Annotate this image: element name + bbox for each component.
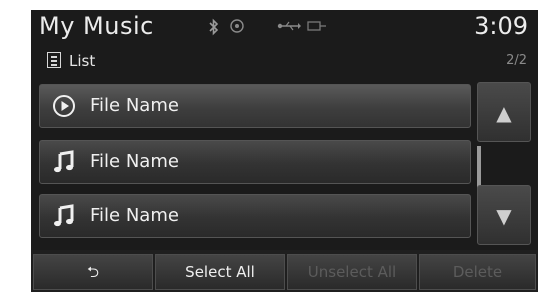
back-button[interactable]: ⮌	[33, 254, 153, 290]
list-item[interactable]: File Name	[39, 194, 471, 238]
scroll-down-button[interactable]: ▼	[477, 185, 531, 245]
bottom-toolbar: ⮌ Select All Unselect All Delete	[31, 250, 538, 292]
file-name: File Name	[90, 205, 179, 226]
scroll-up-button[interactable]: ▲	[477, 82, 531, 142]
delete-label: Delete	[452, 263, 503, 281]
usb-icon	[277, 18, 301, 38]
aux-icon	[307, 18, 327, 38]
music-screen: My Music 3:09 List 2/2 File Name File Na	[31, 10, 538, 292]
select-all-button[interactable]: Select All	[155, 254, 285, 290]
list-icon	[47, 52, 61, 68]
back-arrow-icon: ⮌	[86, 263, 99, 281]
radio-icon	[229, 18, 245, 38]
arrow-up-icon: ▲	[496, 101, 512, 125]
music-note-icon	[52, 204, 76, 228]
list-item[interactable]: File Name	[39, 84, 471, 128]
list-header: List 2/2	[47, 52, 527, 72]
file-name: File Name	[90, 151, 179, 172]
arrow-down-icon: ▼	[496, 204, 512, 228]
bluetooth-icon	[209, 18, 219, 38]
scrollbar[interactable]: ▲ ▼	[477, 82, 531, 245]
clock: 3:09	[474, 12, 528, 40]
file-name: File Name	[90, 95, 179, 116]
unselect-all-button[interactable]: Unselect All	[287, 254, 417, 290]
play-icon	[52, 94, 76, 118]
page-title: My Music	[39, 12, 154, 40]
list-label: List	[69, 52, 96, 70]
status-bar: My Music 3:09	[31, 10, 538, 50]
unselect-all-label: Unselect All	[307, 263, 397, 281]
music-note-icon	[52, 150, 76, 174]
list-item[interactable]: File Name	[39, 140, 471, 184]
select-all-label: Select All	[185, 263, 255, 281]
page-indicator: 2/2	[506, 53, 527, 68]
delete-button[interactable]: Delete	[419, 254, 536, 290]
